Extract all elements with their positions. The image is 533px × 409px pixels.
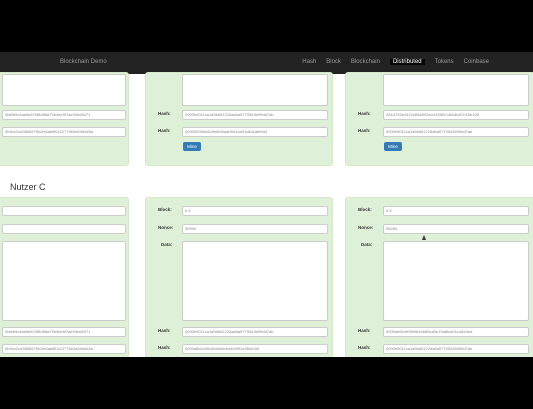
- hash-field: 0000b9011ca1a5b66122daa5a5779543b99dd7ab: [182, 327, 328, 337]
- data-textarea[interactable]: [2, 241, 126, 321]
- nav-link-block[interactable]: Block: [326, 59, 341, 65]
- block-number-field[interactable]: # 5: [383, 206, 529, 216]
- prev-label: Hash:: [358, 345, 371, 350]
- block-field[interactable]: [2, 206, 126, 216]
- data-label: Data:: [161, 242, 173, 247]
- prev-hash-field: 0b9ce2cd386657f0c2e6ab8f0c12775e5a006a45…: [2, 127, 126, 137]
- nonce-label: Nonce:: [358, 225, 374, 230]
- mine-button[interactable]: Mine: [384, 142, 402, 151]
- nav-link-hash[interactable]: Hash: [302, 59, 316, 65]
- prev-label: Hash:: [158, 345, 171, 350]
- data-textarea[interactable]: [2, 74, 126, 106]
- block-number-field[interactable]: # 4: [182, 206, 328, 216]
- prev-hash-field: 0000a6b0c96c8f40b8eb4d9df91e56ee3bf: [182, 344, 328, 354]
- nonce-field[interactable]: 55990: [182, 224, 328, 234]
- data-label: Data:: [361, 242, 373, 247]
- prev-label: Hash:: [158, 128, 171, 133]
- hash-label: Hash:: [158, 111, 171, 116]
- peer-title: Nutzer C: [10, 182, 46, 192]
- block-card-left: 0fa6b9c4ae6b670f8d98a79b4ee5f7ae93ed5471…: [0, 197, 129, 357]
- hash-label: Hash:: [358, 111, 371, 116]
- mouse-cursor-icon: [422, 235, 426, 240]
- data-textarea[interactable]: [182, 241, 328, 321]
- prev-hash-field: 000000050e849e6fd0aab5d1da91c8d1afb5d4: [182, 127, 328, 137]
- nav-link-distributed[interactable]: Distributed: [389, 59, 425, 65]
- hash-label: Hash:: [358, 328, 371, 333]
- nav-link-coinbase[interactable]: Coinbase: [464, 59, 489, 65]
- hash-field: 0fa6b9c4ae6b670f8d98a79b4ee5f7ae93ed5471: [2, 327, 126, 337]
- top-block-card-middle: Hash: 0000b9011ca1a5b66122daa5a5779543b9…: [145, 72, 333, 166]
- prev-hash-field: 0000b9011ca1a5b66122da5a5779543b99dd7ab: [383, 344, 529, 354]
- nav-links: Hash Block Blockchain Distributed Tokens…: [302, 59, 489, 65]
- video-letterbox-top: [0, 0, 533, 52]
- prev-label: Hash:: [358, 128, 371, 133]
- prev-hash-field: 0b9ce2cd386657f0c2e6ab8f0c12775e5a006a45…: [2, 344, 126, 354]
- block-label: Block:: [158, 207, 172, 212]
- brand-link[interactable]: Blockchain Demo: [60, 59, 107, 65]
- nav-link-tokens[interactable]: Tokens: [435, 59, 454, 65]
- mine-button[interactable]: Mine: [183, 142, 201, 151]
- hash-field: 0000ae6b4e0fe9b44b80ea5e15a8fca01c45a3ea: [383, 327, 529, 337]
- hash-field: 0000b9011ca1a5b66122daa5a5779543b99dd7ab: [182, 110, 328, 120]
- data-textarea[interactable]: [182, 74, 328, 106]
- navbar: Blockchain Demo Hash Block Blockchain Di…: [0, 52, 533, 74]
- block-card-middle: Block: # 4 Nonce: 55990 Data: Hash: 0000…: [145, 197, 333, 357]
- block-card-right: Block: # 5 Nonce: 56265 Data: Hash: 0000…: [345, 197, 533, 357]
- block-label: Block:: [358, 207, 372, 212]
- nav-link-blockchain[interactable]: Blockchain: [351, 59, 380, 65]
- video-letterbox-bottom: [0, 357, 533, 409]
- top-block-card-right: Hash: 281d733e4312e85a592eb4115f87c84db4…: [345, 72, 533, 166]
- browser-page: Blockchain Demo Hash Block Blockchain Di…: [0, 52, 533, 357]
- data-textarea[interactable]: [383, 241, 529, 321]
- top-block-card-left: 0fa6b9c4ae6b670f8d98a79b4ee5f7ae93ed5471…: [0, 72, 129, 166]
- hash-label: Hash:: [158, 328, 171, 333]
- nonce-label: Nonce:: [158, 225, 174, 230]
- hash-field: 281d733e4312e85a592eb4115f87c84db401f16e…: [383, 110, 529, 120]
- nonce-field[interactable]: 56265: [383, 224, 529, 234]
- prev-hash-field: 0000b9011ca1a5b66122da5a5779543b99dd7ab: [383, 127, 529, 137]
- data-textarea[interactable]: [383, 74, 529, 106]
- hash-field: 0fa6b9c4ae6b670f8d98a79b4ee5f7ae93ed5471: [2, 110, 126, 120]
- nonce-field[interactable]: [2, 224, 126, 234]
